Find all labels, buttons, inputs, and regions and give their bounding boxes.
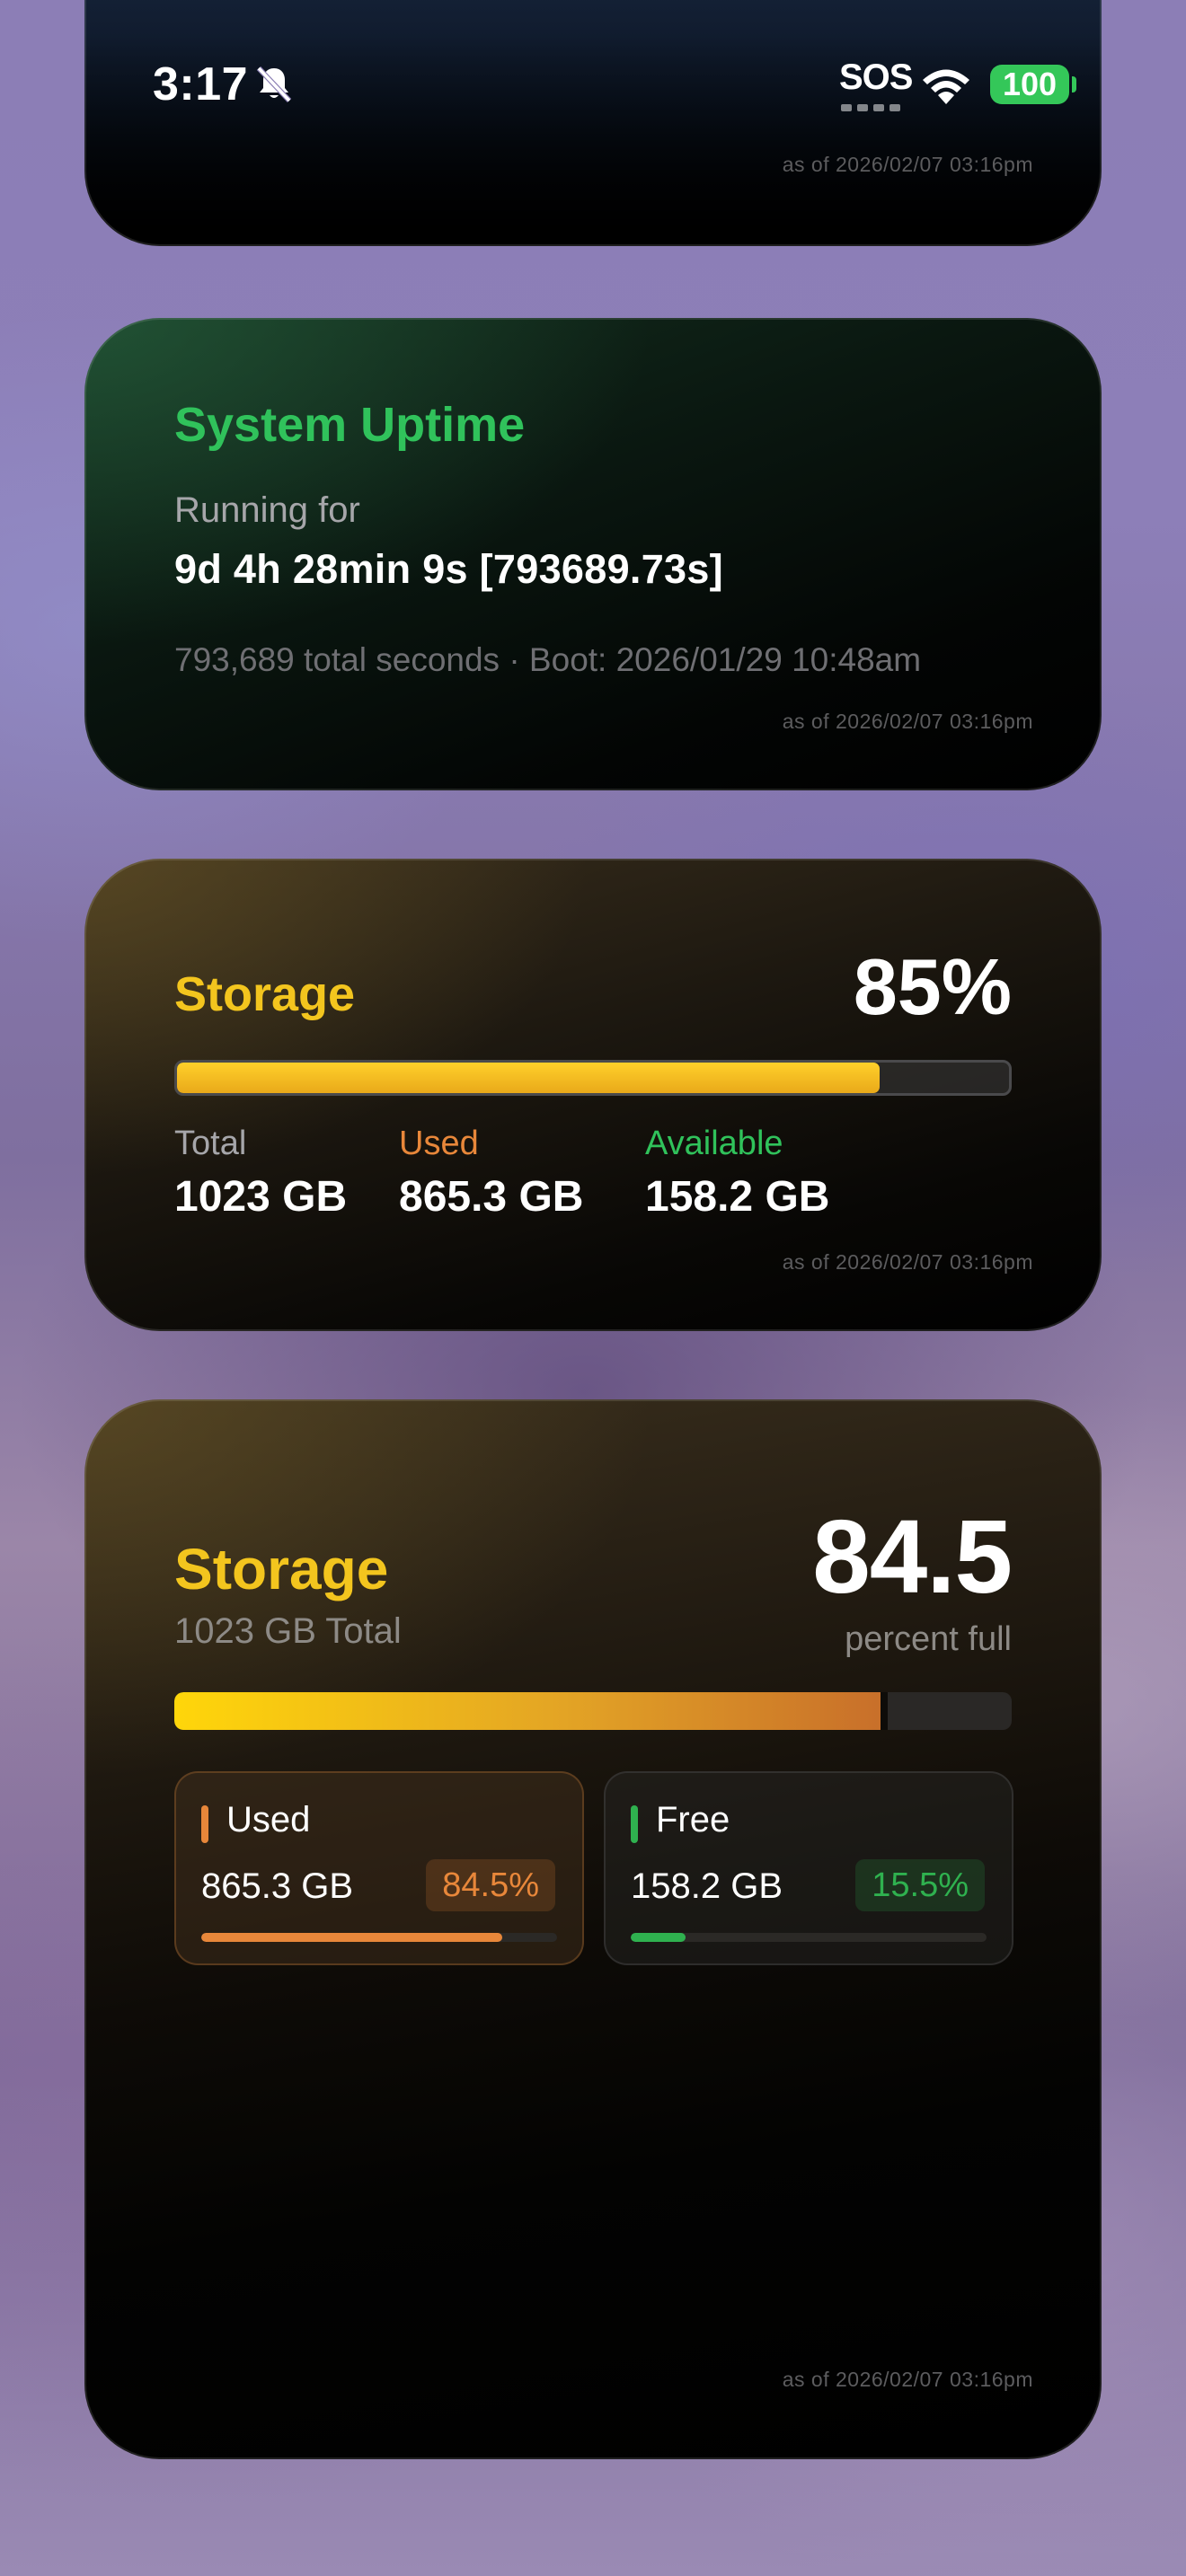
- storage-progress-fill: [174, 1692, 882, 1730]
- battery-indicator: 100: [990, 65, 1069, 104]
- percent-full-label: percent full: [845, 1620, 1012, 1658]
- widget-title: Storage: [174, 967, 356, 1021]
- widget-storage-detailed[interactable]: Storage 1023 GB Total 84.5 percent full …: [84, 1399, 1102, 2459]
- status-bar: 3:17 SOS 100: [0, 0, 1186, 171]
- storage-percent: 85%: [853, 942, 1012, 1031]
- used-label: Used: [226, 1800, 311, 1839]
- signal-dots-icon: [841, 104, 900, 111]
- free-percent-badge: 15.5%: [855, 1859, 985, 1911]
- free-mini-bar-fill: [631, 1933, 686, 1942]
- used-mini-bar: [201, 1933, 557, 1942]
- widget-title: System Uptime: [174, 398, 526, 452]
- battery-cap: [1072, 76, 1076, 93]
- sos-indicator: SOS: [839, 57, 913, 97]
- stat-used-value: 865.3 GB: [399, 1173, 584, 1221]
- used-summary-card: Used 865.3 GB 84.5%: [174, 1771, 584, 1965]
- stat-total-value: 1023 GB: [174, 1173, 348, 1221]
- storage-progress-bar: [174, 1692, 1012, 1730]
- widget-system-uptime[interactable]: System Uptime Running for 9d 4h 28min 9s…: [84, 318, 1102, 790]
- bell-slash-icon: [256, 66, 292, 103]
- stat-used: Used 865.3 GB: [399, 1125, 583, 1222]
- storage-total-subtitle: 1023 GB Total: [174, 1611, 402, 1651]
- storage-progress-fill: [177, 1063, 881, 1093]
- stat-available: Available 158.2 GB: [645, 1125, 829, 1222]
- wifi-icon: [923, 69, 969, 104]
- storage-progress-bar: [174, 1060, 1012, 1096]
- as-of-timestamp: as of 2026/02/07 03:16pm: [782, 710, 1033, 733]
- free-value: 158.2 GB: [631, 1866, 783, 1906]
- free-label: Free: [656, 1800, 730, 1839]
- used-mini-bar-fill: [201, 1933, 502, 1942]
- stat-used-label: Used: [399, 1125, 479, 1162]
- free-summary-card: Free 158.2 GB 15.5%: [604, 1771, 1013, 1965]
- free-accent-bar: [631, 1805, 638, 1843]
- status-time: 3:17: [153, 58, 249, 110]
- uptime-value: 9d 4h 28min 9s [793689.73s]: [174, 546, 723, 592]
- stat-total: Total 1023 GB: [174, 1125, 347, 1222]
- as-of-timestamp: as of 2026/02/07 03:16pm: [782, 1250, 1033, 1274]
- free-mini-bar: [631, 1933, 987, 1942]
- widget-title: Storage: [174, 1537, 389, 1601]
- widget-storage-simple[interactable]: Storage 85% Total 1023 GB Used 865.3 GB …: [84, 859, 1102, 1331]
- used-value: 865.3 GB: [201, 1866, 354, 1906]
- storage-percent-number: 84.5: [812, 1498, 1013, 1615]
- used-accent-bar: [201, 1805, 208, 1843]
- uptime-detail: 793,689 total seconds · Boot: 2026/01/29…: [174, 641, 922, 678]
- as-of-timestamp: as of 2026/02/07 03:16pm: [782, 2368, 1033, 2391]
- stat-available-value: 158.2 GB: [645, 1173, 830, 1221]
- progress-divider: [880, 1692, 888, 1730]
- stat-total-label: Total: [174, 1125, 247, 1162]
- used-percent-badge: 84.5%: [426, 1859, 555, 1911]
- running-for-label: Running for: [174, 490, 360, 530]
- stat-available-label: Available: [645, 1125, 783, 1162]
